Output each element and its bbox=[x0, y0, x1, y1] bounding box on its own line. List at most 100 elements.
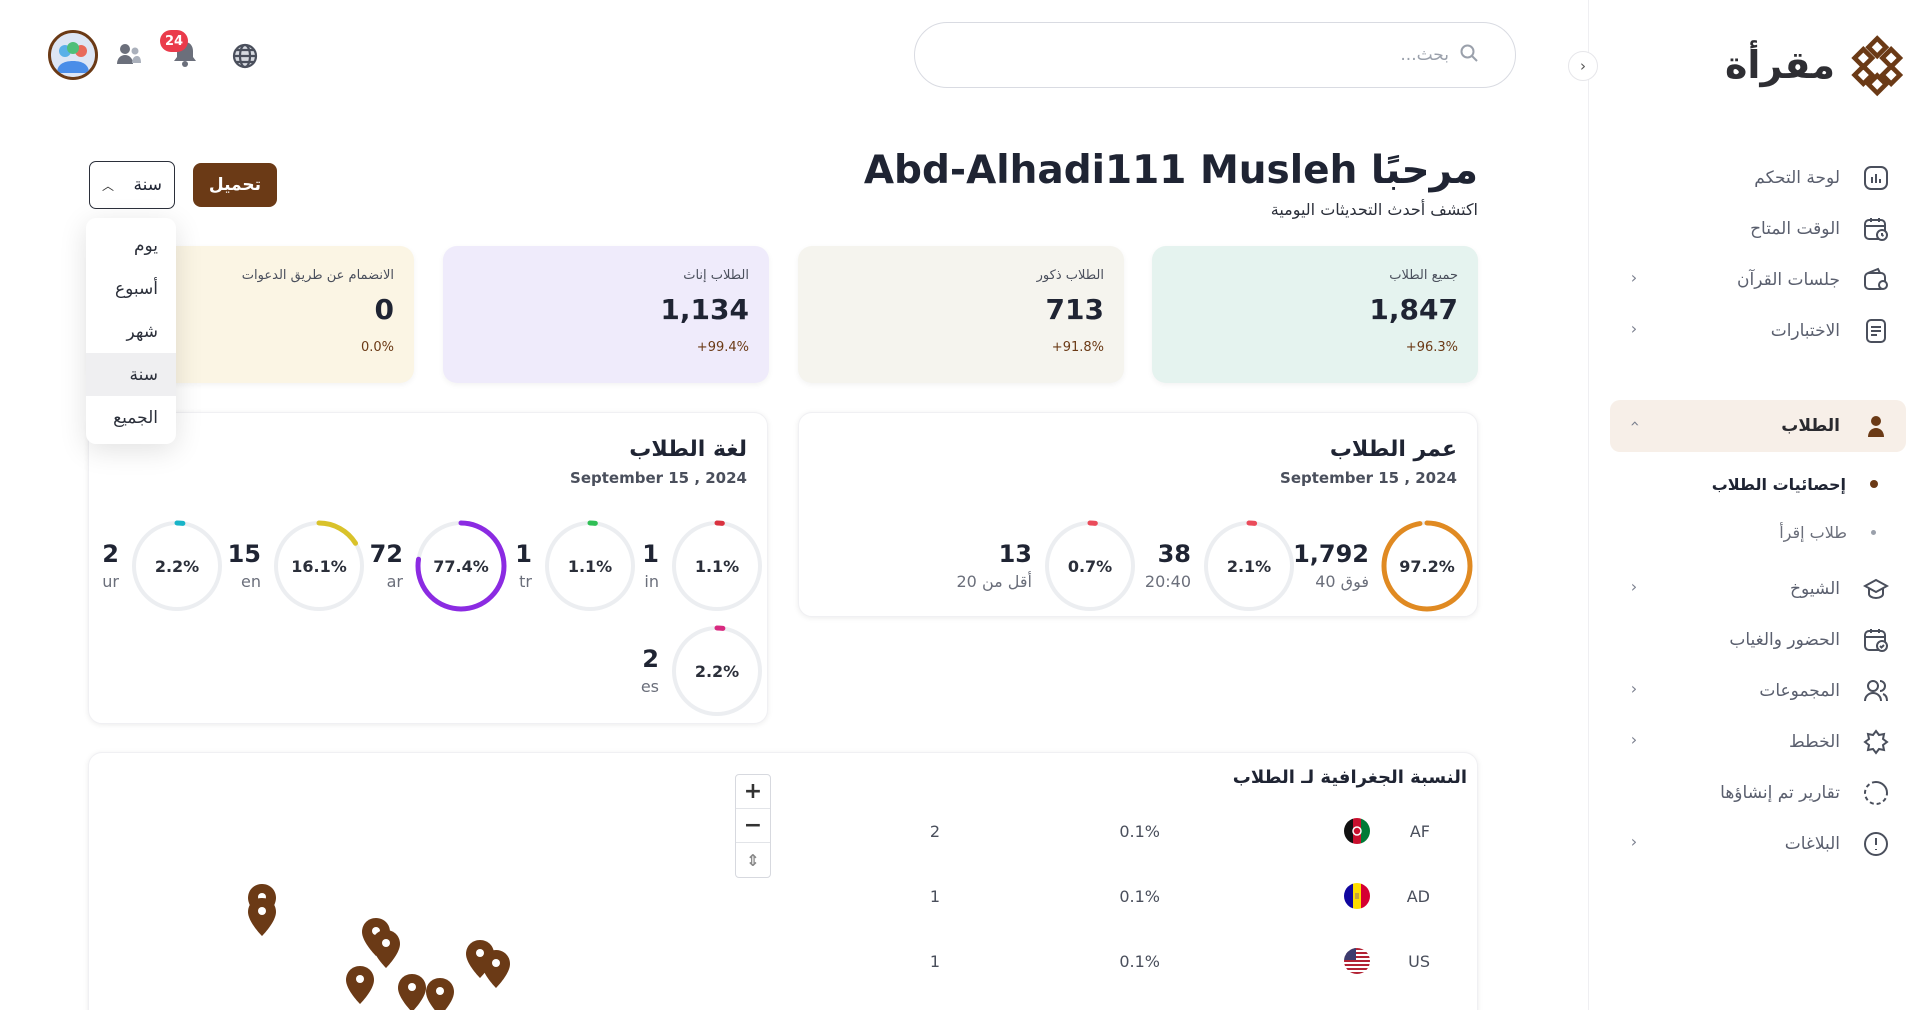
chevron-left-icon[interactable]: ‹ bbox=[1622, 730, 1646, 749]
stat-value: 713 bbox=[1045, 293, 1104, 326]
ring-count: 1,792 bbox=[1293, 540, 1369, 568]
afghanistan-flag-icon bbox=[1344, 818, 1370, 844]
sidebar-item-attendance[interactable]: الحضور والغياب bbox=[1610, 614, 1906, 666]
sidebar-item-label: المجموعات bbox=[1759, 681, 1840, 701]
search-input[interactable] bbox=[941, 45, 1449, 65]
age-panel-date: September 15 , 2024 bbox=[1280, 469, 1457, 487]
ring-label: 20:40 bbox=[1144, 572, 1191, 591]
sidebar-item-groups[interactable]: المجموعات ‹ bbox=[1610, 665, 1906, 717]
ring-percentage: 0.7% bbox=[1067, 556, 1113, 576]
users-icon[interactable] bbox=[116, 42, 142, 72]
stat-change: 91.8%+ bbox=[1051, 340, 1104, 355]
chevron-left-icon[interactable]: ‹ bbox=[1622, 319, 1646, 338]
avatar[interactable] bbox=[48, 30, 98, 80]
map-pin-icon bbox=[346, 966, 374, 1004]
percentage-ring: 2.1% bbox=[1200, 517, 1298, 615]
users-icon bbox=[1862, 677, 1890, 705]
ring-count: 1 bbox=[515, 540, 532, 568]
search-bar[interactable] bbox=[914, 22, 1516, 88]
percentage-ring: 16.1% bbox=[270, 517, 368, 615]
country-code: AF bbox=[1409, 822, 1430, 841]
ring-label: tr bbox=[519, 572, 532, 591]
sidebar-subitem-iqraa-students[interactable]: طلاب إقرأ bbox=[1610, 512, 1906, 552]
sidebar-item-dashboard[interactable]: لوحة التحكم bbox=[1610, 152, 1906, 204]
period-option[interactable]: يوم bbox=[86, 224, 176, 267]
globe-icon[interactable] bbox=[232, 43, 258, 73]
sidebar-item-label: لوحة التحكم bbox=[1754, 168, 1840, 188]
loader-icon bbox=[1862, 779, 1890, 807]
usa-flag-icon bbox=[1344, 948, 1370, 974]
sidebar-collapse-button[interactable]: › bbox=[1568, 51, 1598, 81]
percentage-ring: 1.1% bbox=[668, 517, 766, 615]
ring-percentage: 77.4% bbox=[433, 556, 489, 576]
sidebar-item-reports[interactable]: تقارير تم إنشاؤها bbox=[1610, 767, 1906, 819]
notification-badge: 24 bbox=[160, 30, 188, 52]
table-row: AF 0.1% 2 bbox=[900, 818, 1460, 848]
table-row: US 0.1% 1 bbox=[900, 948, 1460, 978]
chevron-up-icon: ︿ bbox=[102, 178, 115, 193]
stat-change: 96.3%+ bbox=[1405, 340, 1458, 355]
sidebar-item-plans[interactable]: الخطط ‹ bbox=[1610, 716, 1906, 768]
sidebar-item-available-time[interactable]: الوقت المتاح bbox=[1610, 203, 1906, 255]
map-reset-north-button[interactable]: ⇕ bbox=[736, 843, 770, 877]
period-option[interactable]: سنة bbox=[86, 353, 176, 396]
logo-mark-icon bbox=[1851, 35, 1904, 97]
sidebar-subitem-student-stats[interactable]: إحصائيات الطلاب bbox=[1610, 464, 1906, 504]
page-title: مرحبًا Abd-Alhadi111 Musleh bbox=[863, 148, 1478, 193]
app-logo[interactable]: مقرأة bbox=[1725, 30, 1905, 100]
chevron-left-icon[interactable]: ‹ bbox=[1622, 832, 1646, 851]
calendar-clock-icon bbox=[1862, 215, 1890, 243]
andorra-flag-icon bbox=[1344, 883, 1370, 909]
stat-label: الطلاب إناث bbox=[683, 268, 749, 283]
map-area[interactable] bbox=[230, 870, 530, 1010]
ring-count: 1 bbox=[642, 540, 659, 568]
period-select[interactable]: سنة ︿ bbox=[89, 161, 175, 209]
wallet-icon bbox=[1862, 266, 1890, 294]
percentage-ring: 2.2% bbox=[668, 622, 766, 720]
ring-count: 13 bbox=[998, 540, 1032, 568]
alert-icon bbox=[1862, 830, 1890, 858]
sidebar-item-exams[interactable]: الاختبارات ‹ bbox=[1610, 305, 1906, 357]
ring-label: es bbox=[640, 677, 659, 696]
map-pin-icon bbox=[398, 974, 426, 1010]
period-dropdown: يوم أسبوع شهر سنة الجميع bbox=[86, 218, 176, 444]
dot-icon bbox=[1871, 529, 1876, 535]
map-zoom-in-button[interactable]: + bbox=[736, 775, 770, 809]
sidebar-item-label: الاختبارات bbox=[1770, 321, 1840, 341]
ring-label: in bbox=[644, 572, 659, 591]
stat-value: 1,134 bbox=[660, 293, 749, 326]
ring-percentage: 1.1% bbox=[694, 556, 740, 576]
sidebar-item-students[interactable]: الطلاب ‹ bbox=[1610, 400, 1906, 452]
country-code: AD bbox=[1406, 887, 1430, 906]
chevron-left-icon[interactable]: ‹ bbox=[1622, 679, 1646, 698]
stat-card: جميع الطلاب 1,847 96.3%+ bbox=[1152, 246, 1478, 383]
sidebar-item-label: الخطط bbox=[1789, 732, 1840, 752]
chevron-left-icon[interactable]: ‹ bbox=[1622, 268, 1646, 287]
sidebar-item-label: الوقت المتاح bbox=[1750, 219, 1840, 239]
sidebar-item-quran-sessions[interactable]: جلسات القرآن ‹ bbox=[1610, 254, 1906, 306]
stat-card: الطلاب ذكور 713 91.8%+ bbox=[798, 246, 1124, 383]
chevron-down-icon[interactable]: ‹ bbox=[1625, 412, 1644, 436]
search-icon bbox=[1459, 43, 1479, 67]
percentage-ring: 2.2% bbox=[128, 517, 226, 615]
sidebar-subitem-label: طلاب إقرأ bbox=[1779, 522, 1847, 542]
country-count: 2 bbox=[929, 822, 940, 841]
percentage-ring: 97.2% bbox=[1378, 517, 1476, 615]
map-pin-icon bbox=[482, 950, 510, 988]
period-option[interactable]: أسبوع bbox=[86, 267, 176, 310]
sidebar-item-label: البلاغات bbox=[1784, 834, 1840, 854]
download-button[interactable]: تحميل bbox=[193, 163, 277, 207]
map-zoom-out-button[interactable]: − bbox=[736, 809, 770, 843]
dashboard-icon bbox=[1862, 164, 1890, 192]
page-subtitle: اكتشف أحدث التحديثات اليومية bbox=[1270, 200, 1478, 219]
sidebar-item-label: تقارير تم إنشاؤها bbox=[1720, 783, 1840, 803]
sidebar-item-sheikhs[interactable]: الشيوخ ‹ bbox=[1610, 563, 1906, 615]
language-panel-title: لغة الطلاب bbox=[629, 437, 747, 462]
sidebar-item-reports-alerts[interactable]: البلاغات ‹ bbox=[1610, 818, 1906, 870]
chevron-left-icon[interactable]: ‹ bbox=[1622, 577, 1646, 596]
ring-label: فوق 40 bbox=[1315, 572, 1369, 591]
period-option[interactable]: شهر bbox=[86, 310, 176, 353]
stat-change: 99.4%+ bbox=[696, 340, 749, 355]
period-option[interactable]: الجميع bbox=[86, 396, 176, 439]
period-select-value: سنة bbox=[133, 175, 163, 195]
